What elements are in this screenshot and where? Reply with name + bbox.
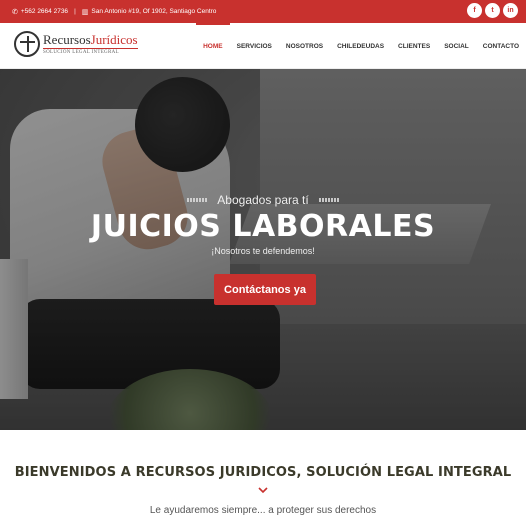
hero-title: JUICIOS LABORALES [90, 209, 436, 244]
hero-subtitle-row: Abogados para tí [0, 193, 526, 207]
phone-number[interactable]: +562 2664 2736 [21, 8, 68, 15]
facebook-icon[interactable]: f [467, 3, 482, 18]
nav-item-servicios[interactable]: SERVICIOS [230, 23, 279, 69]
twitter-icon[interactable]: t [485, 3, 500, 18]
site-header: RecursosJurídicos SOLUCIÓN LEGAL INTEGRA… [0, 23, 526, 69]
social-links: f t in [467, 3, 518, 18]
hero-banner: Abogados para tí JUICIOS LABORALES ¡Noso… [0, 69, 526, 430]
site-logo[interactable]: RecursosJurídicos SOLUCIÓN LEGAL INTEGRA… [14, 31, 138, 57]
scales-of-justice-icon [14, 31, 40, 57]
address-text: San Antonio #19, Of 1902, Santiago Centr… [91, 8, 217, 15]
phone-icon: ✆ [12, 8, 18, 16]
linkedin-icon[interactable]: in [503, 3, 518, 18]
hero-tagline: ¡Nosotros te defendemos! [211, 246, 315, 256]
hero-content: Abogados para tí JUICIOS LABORALES ¡Noso… [0, 69, 526, 430]
brand-name-part1: Recursos [43, 32, 91, 47]
nav-item-chiledeudas[interactable]: CHILEDEUDAS [330, 23, 391, 69]
contact-info: ✆ +562 2664 2736 | ▥ San Antonio #19, Of… [12, 8, 216, 16]
building-icon: ▥ [81, 8, 89, 16]
welcome-section: BIENVENIDOS A RECURSOS JURIDICOS, SOLUCI… [0, 430, 526, 526]
welcome-subheading: Le ayudaremos siempre... a proteger sus … [149, 505, 377, 516]
brand-name-part2: Jurídicos [90, 32, 138, 47]
decorative-dash [318, 198, 339, 202]
welcome-heading: BIENVENIDOS A RECURSOS JURIDICOS, SOLUCI… [14, 465, 512, 480]
brand-name: RecursosJurídicos [43, 33, 138, 46]
chevron-down-icon [257, 485, 269, 495]
brand-tagline: SOLUCIÓN LEGAL INTEGRAL [43, 48, 138, 55]
contact-cta-button[interactable]: Contáctanos ya [214, 274, 316, 305]
brand-text: RecursosJurídicos SOLUCIÓN LEGAL INTEGRA… [43, 33, 138, 55]
nav-item-social[interactable]: SOCIAL [437, 23, 476, 69]
separator: | [74, 8, 76, 15]
main-nav: HOME SERVICIOS NOSOTROS CHILEDEUDAS CLIE… [196, 23, 526, 69]
nav-item-clientes[interactable]: CLIENTES [391, 23, 437, 69]
hero-subtitle: Abogados para tí [217, 193, 309, 207]
nav-item-contacto[interactable]: CONTACTO [476, 23, 526, 69]
nav-item-nosotros[interactable]: NOSOTROS [279, 23, 330, 69]
decorative-dash [187, 198, 208, 202]
top-bar: ✆ +562 2664 2736 | ▥ San Antonio #19, Of… [0, 0, 526, 23]
nav-item-home[interactable]: HOME [196, 23, 230, 69]
